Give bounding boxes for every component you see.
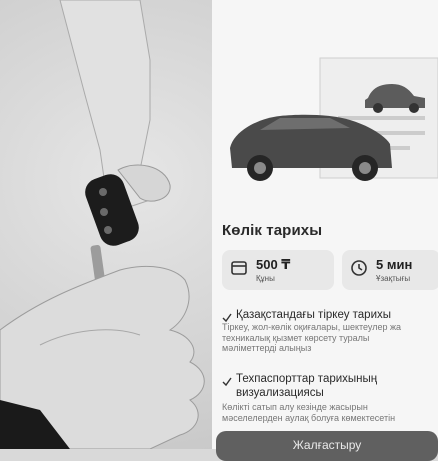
duration-value: 5 мин: [376, 257, 413, 272]
feature-title-line: Техпаспорттар тарихының: [236, 373, 378, 385]
price-value: 500 ₸: [256, 257, 291, 272]
feature-description: Тіркеу, жол-көлік оқиғалары, шектеулер ж…: [222, 322, 401, 354]
car-illustration: [220, 18, 438, 188]
price-caption: Құны: [256, 274, 275, 283]
check-icon: [222, 374, 232, 392]
section-title: Көлік тарихы: [222, 222, 323, 239]
vehicle-history-card: Көлік тарихы 500 ₸ Құны 5 мин Ұзақтығы Қ…: [212, 0, 438, 461]
feature-description: Көлікті сатып алу кезінде жасырын мәселе…: [222, 402, 395, 423]
duration-caption: Ұзақтығы: [376, 274, 411, 283]
card-icon: [230, 259, 248, 282]
car-icon: [230, 57, 438, 181]
feature-description-line: мәліметтерді алыңыз: [222, 343, 312, 353]
feature-description-line: техникалық қызмет көрсету туралы: [222, 332, 370, 343]
feature-description-line: мәселелерден аулақ болуға көмектесетін: [222, 412, 396, 423]
continue-button[interactable]: Жалғастыру: [216, 431, 438, 461]
clock-icon: [350, 259, 368, 282]
feature-title: Қазақстандағы тіркеу тарихы: [236, 309, 392, 321]
feature-description-line: Көлікті сатып алу кезінде жасырын: [222, 402, 368, 412]
duration-tile: 5 мин Ұзақтығы: [342, 250, 438, 290]
feature-title: Техпаспорттар тарихының визуализациясы: [236, 372, 377, 400]
price-tile: 500 ₸ Құны: [222, 250, 334, 290]
feature-description-line: Тіркеу, жол-көлік оқиғалары, шектеулер ж…: [222, 322, 402, 332]
feature-title-line: визуализациясы: [236, 387, 324, 399]
